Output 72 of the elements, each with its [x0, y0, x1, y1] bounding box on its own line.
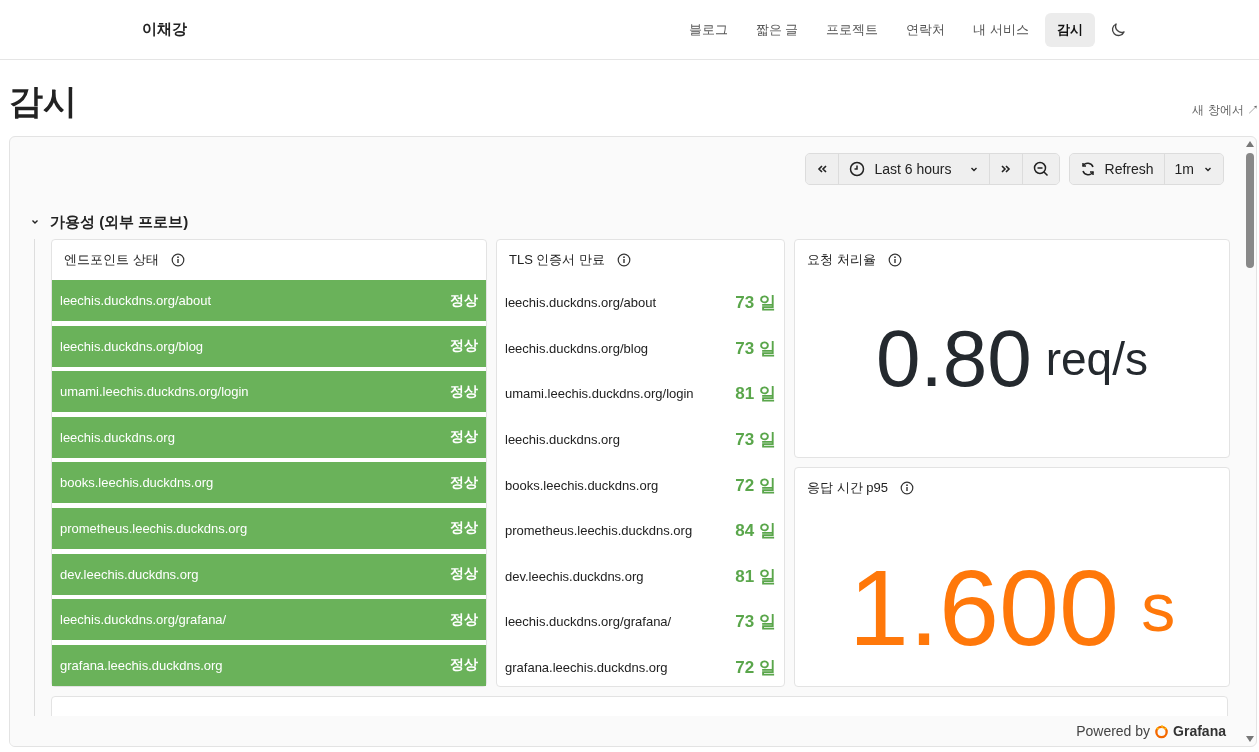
open-in-new-window-link[interactable]: 새 창에서 ↗ [1192, 102, 1259, 119]
status-label: 정상 [450, 565, 478, 584]
page-title: 감시 [9, 81, 77, 121]
info-icon[interactable] [170, 253, 185, 267]
nav-tab[interactable]: 연락처 [894, 12, 958, 47]
endpoint-url: leechis.duckdns.org/about [60, 293, 212, 308]
stat-unit: req/s [1045, 331, 1148, 386]
section-header[interactable]: 가용성 (외부 프로브) [28, 211, 189, 233]
site-name[interactable]: 이채강 [142, 20, 187, 39]
status-label: 정상 [450, 473, 478, 492]
stat-value: 0.80 [876, 312, 1032, 405]
host-name: grafana.leechis.duckdns.org [505, 660, 668, 676]
days-remaining: 84 일 [735, 520, 776, 543]
endpoint-url: leechis.duckdns.org/blog [60, 338, 204, 354]
panel-title: 엔드포인트 상태 [64, 251, 159, 269]
panel-title: 응답 시간 p95 [807, 479, 888, 497]
host-name: leechis.duckdns.org/grafana/ [505, 614, 672, 630]
endpoint-url: umami.leechis.duckdns.org/login [60, 384, 249, 400]
panel-title: 요청 처리율 [807, 251, 876, 269]
nav-tab[interactable]: 블로그 [676, 12, 740, 47]
host-name: leechis.duckdns.org/about [505, 295, 657, 311]
stat-value: 1.600 [848, 545, 1120, 670]
info-icon[interactable] [617, 253, 632, 267]
moon-icon[interactable] [1109, 20, 1127, 39]
status-label: 정상 [450, 610, 478, 629]
days-remaining: 81 일 [735, 383, 776, 406]
flame-logo-icon [1154, 723, 1170, 739]
days-remaining: 72 일 [735, 474, 776, 497]
info-icon[interactable] [887, 253, 902, 267]
days-remaining: 73 일 [735, 429, 776, 452]
zoom-out-icon [1032, 161, 1049, 177]
refresh-icon [1079, 161, 1096, 177]
powered-by-text: Powered by [1076, 723, 1151, 739]
stat-unit: s [1141, 568, 1176, 646]
status-label: 정상 [450, 656, 478, 675]
host-name: umami.leechis.duckdns.org/login [505, 386, 694, 402]
nav-tab[interactable]: 프로젝트 [814, 12, 891, 47]
status-label: 정상 [450, 519, 478, 538]
endpoint-url: leechis.duckdns.org [60, 429, 175, 445]
endpoint-url: books.leechis.duckdns.org [60, 475, 214, 491]
scrollbar-thumb[interactable] [1246, 153, 1254, 268]
status-label: 정상 [450, 291, 478, 310]
endpoint-url: prometheus.leechis.duckdns.org [60, 520, 248, 536]
status-label: 정상 [450, 337, 478, 356]
shift-back-button[interactable] [806, 154, 840, 184]
scroll-down-arrow-icon[interactable] [1246, 736, 1254, 742]
days-remaining: 72 일 [735, 657, 776, 680]
info-icon[interactable] [899, 481, 914, 495]
panel-title: TLS 인증서 만료 [509, 251, 606, 269]
host-name: prometheus.leechis.duckdns.org [505, 523, 693, 539]
host-name: leechis.duckdns.org/blog [505, 340, 649, 356]
endpoint-url: leechis.duckdns.org/grafana/ [60, 612, 227, 628]
host-name: leechis.duckdns.org [505, 432, 620, 448]
nav-tab[interactable]: 감시 [1045, 12, 1095, 47]
endpoint-url: grafana.leechis.duckdns.org [60, 657, 223, 673]
nav-tab[interactable]: 내 서비스 [961, 12, 1041, 47]
host-name: dev.leechis.duckdns.org [505, 568, 644, 584]
days-remaining: 73 일 [735, 337, 776, 360]
status-label: 정상 [450, 382, 478, 401]
refresh-button[interactable]: Refresh [1069, 154, 1165, 184]
days-remaining: 73 일 [735, 292, 776, 315]
double-chevron-right-icon [999, 163, 1012, 175]
double-chevron-left-icon [816, 163, 829, 175]
clock-icon [849, 161, 866, 177]
endpoint-url: dev.leechis.duckdns.org [60, 566, 199, 582]
host-name: books.leechis.duckdns.org [505, 477, 659, 493]
scroll-up-arrow-icon[interactable] [1246, 141, 1254, 147]
days-remaining: 81 일 [735, 565, 776, 588]
grafana-brand-text: Grafana [1173, 723, 1226, 739]
nav-tab[interactable]: 짧은 글 [743, 12, 811, 47]
days-remaining: 73 일 [735, 611, 776, 634]
status-label: 정상 [450, 428, 478, 447]
